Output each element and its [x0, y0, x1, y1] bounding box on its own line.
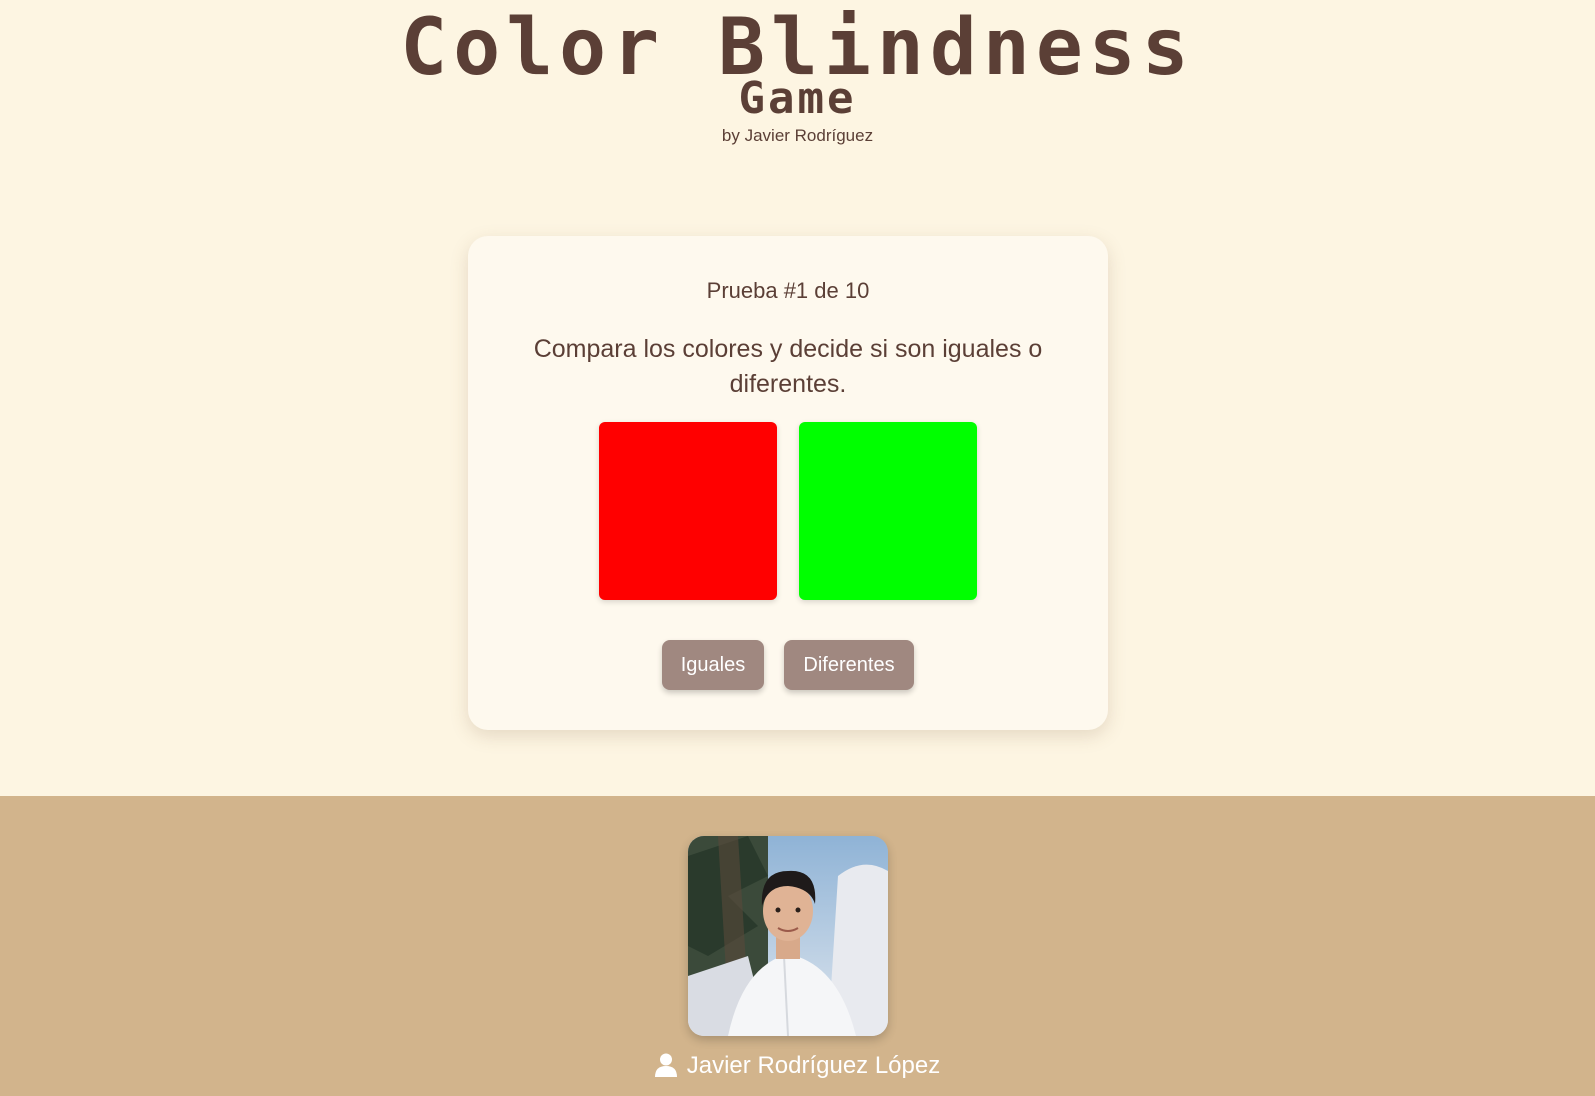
game-card: Prueba #1 de 10 Compara los colores y de…	[468, 236, 1108, 730]
author-name: Javier Rodríguez López	[686, 1052, 941, 1079]
byline: by Javier Rodríguez	[721, 126, 874, 145]
color-swatch-right	[799, 422, 977, 600]
footer: Javier Rodríguez López	[0, 796, 1595, 1096]
author: Javier Rodríguez López	[0, 1052, 1595, 1080]
user-icon	[654, 1053, 677, 1077]
color-swatch-left	[599, 422, 777, 600]
page: Color Blindness Game by Javier Rodríguez…	[0, 0, 1595, 1096]
page-subtitle: Game	[738, 73, 857, 124]
avatar	[688, 836, 888, 1036]
different-button[interactable]: Diferentes	[784, 640, 914, 690]
instructions: Compara los colores y decide si son igua…	[533, 335, 1043, 398]
trial-counter: Prueba #1 de 10	[706, 278, 870, 303]
equal-button[interactable]: Iguales	[662, 640, 764, 690]
profile-photo	[688, 836, 888, 1036]
